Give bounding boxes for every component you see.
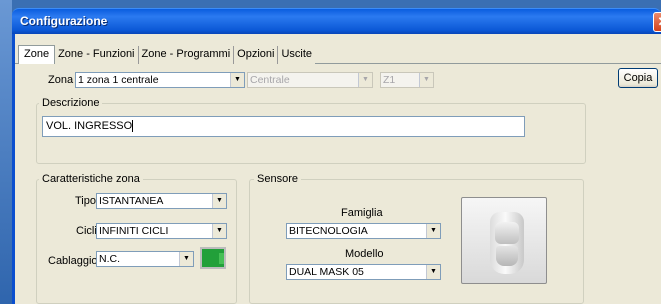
modello-select[interactable]: DUAL MASK 05 ▼ <box>286 264 441 280</box>
tab-zone-programmi[interactable]: Zone - Programmi <box>138 46 235 64</box>
centrale-select-value: Centrale <box>250 74 290 86</box>
dropdown-arrow-icon: ▼ <box>419 73 433 87</box>
cablaggio-label: Cablaggio <box>48 255 98 267</box>
sensor-device-lens <box>495 222 519 244</box>
tipo-select-value: ISTANTANEA <box>99 195 164 207</box>
tab-strip: Zone Zone - Funzioni Zone - Programmi Op… <box>18 45 316 64</box>
dropdown-arrow-icon[interactable]: ▼ <box>179 252 193 266</box>
famiglia-select-value: BITECNOLOGIA <box>289 225 368 237</box>
title-bar[interactable]: Configurazione ✕ <box>12 8 661 34</box>
text-caret <box>132 120 134 133</box>
tab-uscite[interactable]: Uscite <box>278 46 316 64</box>
configurazione-window: Configurazione ✕ Zone Zone - Funzioni Zo… <box>0 0 661 304</box>
sensor-device-base <box>496 246 518 266</box>
descrizione-group-label: Descrizione <box>39 97 103 109</box>
cablaggio-select-value: N.C. <box>99 253 120 265</box>
dropdown-arrow-icon[interactable]: ▼ <box>212 224 226 238</box>
zona-label: Zona <box>48 74 74 86</box>
copia-button[interactable]: Copia <box>618 68 658 88</box>
cicli-select-value: INFINITI CICLI <box>99 225 169 237</box>
famiglia-label: Famiglia <box>341 207 383 219</box>
centrale-select: Centrale ▼ <box>247 72 373 88</box>
cicli-label: Cicli <box>76 225 97 237</box>
dropdown-arrow-icon[interactable]: ▼ <box>212 194 226 208</box>
dropdown-arrow-icon[interactable]: ▼ <box>426 265 440 279</box>
tab-opzioni[interactable]: Opzioni <box>234 46 279 64</box>
famiglia-select[interactable]: BITECNOLOGIA ▼ <box>286 223 441 239</box>
tab-zone[interactable]: Zone <box>18 45 56 64</box>
cablaggio-select[interactable]: N.C. ▼ <box>96 251 194 267</box>
dropdown-arrow-icon: ▼ <box>358 73 372 87</box>
close-icon[interactable]: ✕ <box>653 12 661 32</box>
descrizione-input-value: VOL. INGRESSO <box>46 120 133 132</box>
cicli-select[interactable]: INFINITI CICLI ▼ <box>96 223 227 239</box>
z-select: Z1 ▼ <box>380 72 434 88</box>
sensore-group-label: Sensore <box>254 173 301 185</box>
zona-select-value: 1 zona 1 centrale <box>78 74 159 86</box>
tipo-select[interactable]: ISTANTANEA ▼ <box>96 193 227 209</box>
modello-select-value: DUAL MASK 05 <box>289 266 364 278</box>
window-title: Configurazione <box>20 14 108 28</box>
dropdown-arrow-icon[interactable]: ▼ <box>230 73 244 87</box>
status-indicator-mark <box>219 253 224 264</box>
desktop-background <box>0 0 12 304</box>
tab-zone-funzioni[interactable]: Zone - Funzioni <box>55 46 139 64</box>
descrizione-input[interactable]: VOL. INGRESSO <box>42 116 525 137</box>
cablaggio-status-indicator <box>200 247 226 269</box>
tipo-label: Tipo <box>75 195 96 207</box>
dropdown-arrow-icon[interactable]: ▼ <box>426 224 440 238</box>
sensor-device-image <box>461 197 547 284</box>
zona-select[interactable]: 1 zona 1 centrale ▼ <box>75 72 245 88</box>
modello-label: Modello <box>345 248 384 260</box>
z-select-value: Z1 <box>383 74 396 86</box>
caratteristiche-zona-label: Caratteristiche zona <box>39 173 143 185</box>
